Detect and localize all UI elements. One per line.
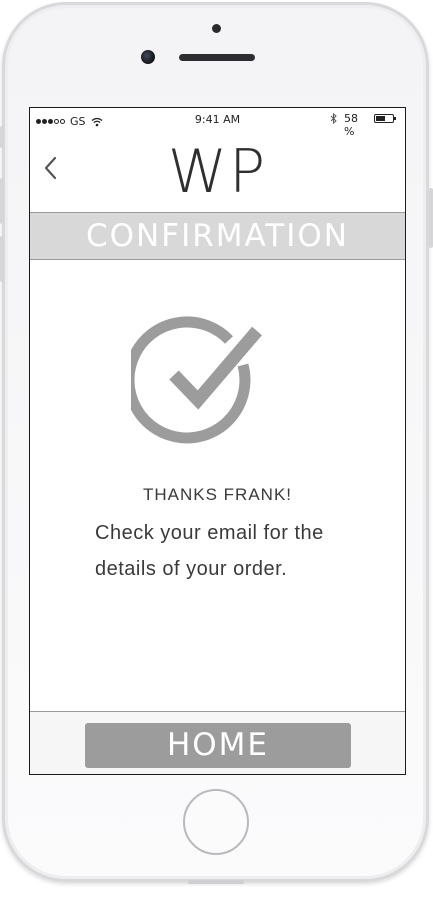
power-button: [429, 188, 433, 248]
earpiece-speaker: [179, 54, 255, 61]
thanks-heading: THANKS FRANK!: [142, 485, 293, 504]
footer-bar: HOME: [30, 711, 405, 774]
phone-screen: GS 9:41 AM 58 % WP CONFIRMATION THANKS F…: [29, 107, 406, 775]
bluetooth-icon: [330, 113, 337, 124]
battery-percent: 58 %: [344, 112, 358, 138]
volume-up-button: [0, 178, 4, 224]
check-circle-icon: [131, 316, 262, 444]
battery-icon: [374, 114, 396, 123]
battery-tip: [394, 117, 396, 120]
confirmation-message: Check your email for the details of your…: [95, 522, 324, 580]
battery-level: [376, 116, 386, 121]
home-button[interactable]: HOME: [85, 723, 351, 768]
device-home-key[interactable]: [183, 789, 249, 855]
volume-down-button: [0, 236, 4, 282]
page-title: CONFIRMATION: [30, 212, 405, 260]
wp-logo: WP: [167, 137, 268, 207]
mute-switch: [0, 126, 4, 148]
device-bottom-edge: [188, 880, 244, 884]
proximity-sensor: [212, 24, 221, 33]
front-camera: [141, 50, 155, 64]
